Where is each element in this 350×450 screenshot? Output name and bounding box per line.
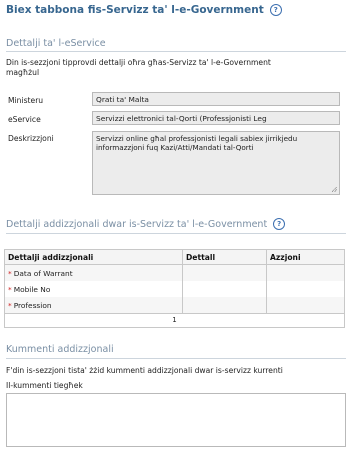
eservice-intro: Din is-sezzjoni tipprovdi dettalji oħra …: [6, 58, 271, 67]
page-title-text: Biex tabbona fis-Servizz ta' l-e-Governm…: [6, 4, 264, 16]
additional-details-heading: Dettalji addizzjonali dwar is-Servizz ta…: [6, 218, 286, 230]
section-divider: [6, 358, 346, 359]
row-action[interactable]: [266, 264, 345, 281]
description-label: Deskrizzjoni: [8, 134, 54, 143]
row-detail[interactable]: [182, 281, 267, 297]
resize-handle-icon[interactable]: [332, 187, 337, 192]
row-label: * Data of Warrant: [4, 264, 183, 281]
column-header[interactable]: Azzjoni: [266, 249, 345, 265]
comments-intro: F'din is-sezzjoni tista' żżid kummenti a…: [6, 366, 283, 375]
comments-label: Il-kummenti tiegħek: [6, 381, 83, 390]
column-header[interactable]: Dettall: [182, 249, 267, 265]
section-divider: [6, 233, 346, 234]
eservice-field[interactable]: Servizzi elettronici tal-Qorti (Professj…: [92, 111, 340, 125]
row-action[interactable]: [266, 281, 345, 297]
description-line2: informazzjoni fuq Kazi/Atti/Mandati tal-…: [96, 143, 254, 152]
additional-details-table: Dettalji addizzjonali Dettall Azzjoni * D…: [4, 249, 345, 328]
help-icon[interactable]: ?: [269, 4, 282, 16]
eservice-label: eService: [8, 115, 41, 124]
page-number[interactable]: 1: [172, 316, 176, 324]
page-title: Biex tabbona fis-Servizz ta' l-e-Governm…: [6, 4, 282, 16]
required-marker: *: [8, 284, 12, 294]
eservice-details-heading: Dettalji ta' l-eService: [6, 38, 106, 49]
required-marker: *: [8, 268, 12, 278]
row-detail[interactable]: [182, 297, 267, 313]
help-icon[interactable]: ?: [273, 218, 286, 230]
ministry-label: Ministeru: [8, 96, 44, 105]
description-field[interactable]: Servizzi online għal professjonisti lega…: [92, 131, 340, 195]
table-row[interactable]: * Mobile No: [4, 281, 345, 297]
description-line1: Servizzi online għal professjonisti lega…: [96, 134, 298, 143]
comments-heading: Kummenti addizzjonali: [6, 344, 114, 355]
row-label: * Profession: [4, 297, 183, 313]
additional-details-title: Dettalji addizzjonali dwar is-Servizz ta…: [6, 219, 268, 230]
row-action[interactable]: [266, 297, 345, 313]
column-header[interactable]: Dettalji addizzjonali: [4, 249, 183, 265]
table-row[interactable]: * Data of Warrant: [4, 264, 345, 281]
ministry-field[interactable]: Qrati ta' Malta: [92, 92, 340, 106]
table-row[interactable]: * Profession: [4, 297, 345, 313]
required-marker: *: [8, 300, 12, 310]
comments-textarea[interactable]: [6, 393, 346, 447]
pagination: 1: [4, 313, 345, 328]
row-label: * Mobile No: [4, 281, 183, 297]
section-divider: [6, 51, 346, 52]
row-detail[interactable]: [182, 264, 267, 281]
eservice-intro-line2: magħżul: [6, 68, 40, 77]
